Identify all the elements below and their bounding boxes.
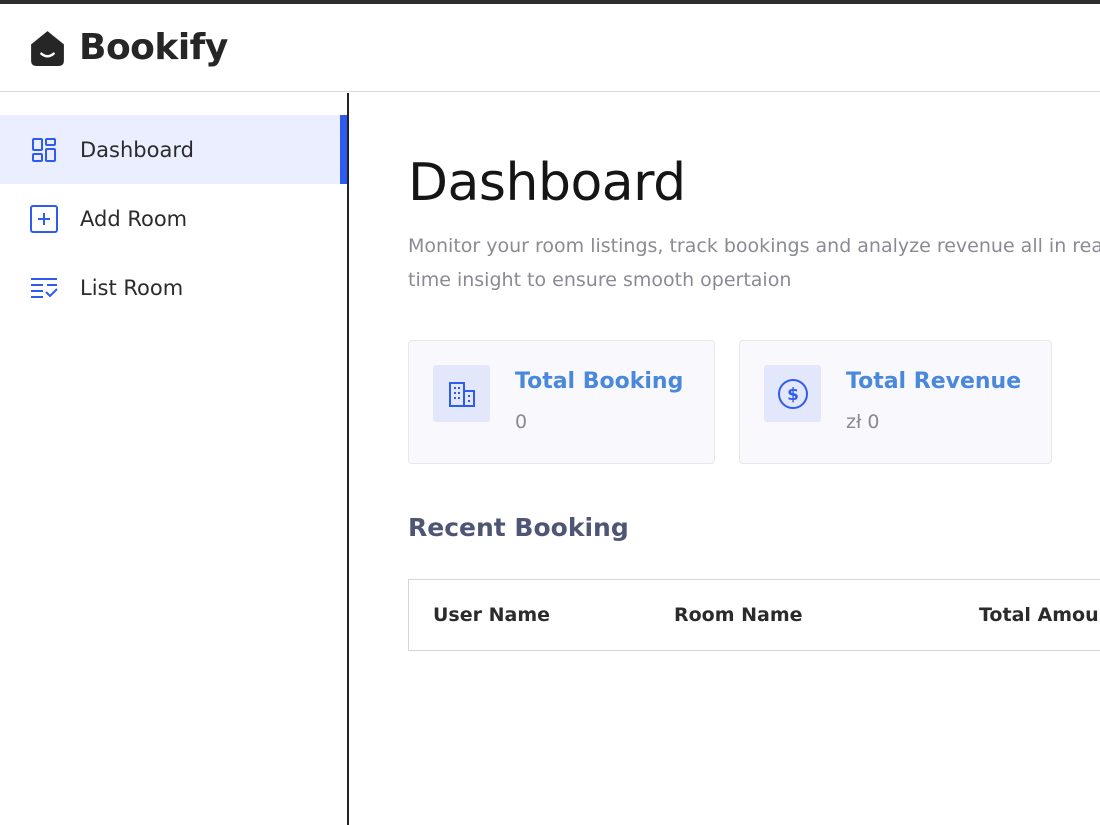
sidebar-item-dashboard[interactable]: Dashboard <box>0 115 347 184</box>
sidebar-item-add-room[interactable]: Add Room <box>0 184 347 253</box>
dashboard-grid-icon <box>28 134 60 166</box>
list-check-icon <box>28 272 60 304</box>
column-header-room-name: Room Name <box>674 604 803 626</box>
app-header: Bookify <box>0 4 1100 92</box>
page-subtitle: Monitor your room listings, track bookin… <box>408 235 1100 291</box>
main-content: Dashboard Monitor your room listings, tr… <box>350 93 1100 825</box>
svg-text:$: $ <box>787 385 799 405</box>
sidebar: Dashboard Add Room List Room <box>0 93 349 825</box>
card-value: zł 0 <box>846 411 880 433</box>
column-header-user-name: User Name <box>433 604 551 626</box>
building-icon <box>433 365 490 422</box>
sidebar-item-label: Add Room <box>80 206 188 231</box>
card-value: 0 <box>515 411 528 433</box>
card-title: Total Revenue <box>846 369 1022 394</box>
total-booking-card: Total Booking 0 <box>408 340 715 464</box>
sidebar-item-list-room[interactable]: List Room <box>0 253 347 322</box>
brand-name[interactable]: Bookify <box>79 27 228 68</box>
sidebar-item-label: List Room <box>80 275 184 300</box>
bookify-logo-icon <box>31 31 64 66</box>
recent-booking-table: User Name Room Name Total Amount <box>408 579 1100 651</box>
recent-booking-title: Recent Booking <box>408 513 629 542</box>
column-header-total-amount: Total Amount <box>979 604 1100 626</box>
sidebar-item-label: Dashboard <box>80 137 194 162</box>
page-title: Dashboard <box>408 153 686 213</box>
card-title: Total Booking <box>515 369 684 394</box>
total-revenue-card: $ Total Revenue zł 0 <box>739 340 1052 464</box>
add-square-icon <box>28 203 60 235</box>
dollar-circle-icon: $ <box>764 365 821 422</box>
